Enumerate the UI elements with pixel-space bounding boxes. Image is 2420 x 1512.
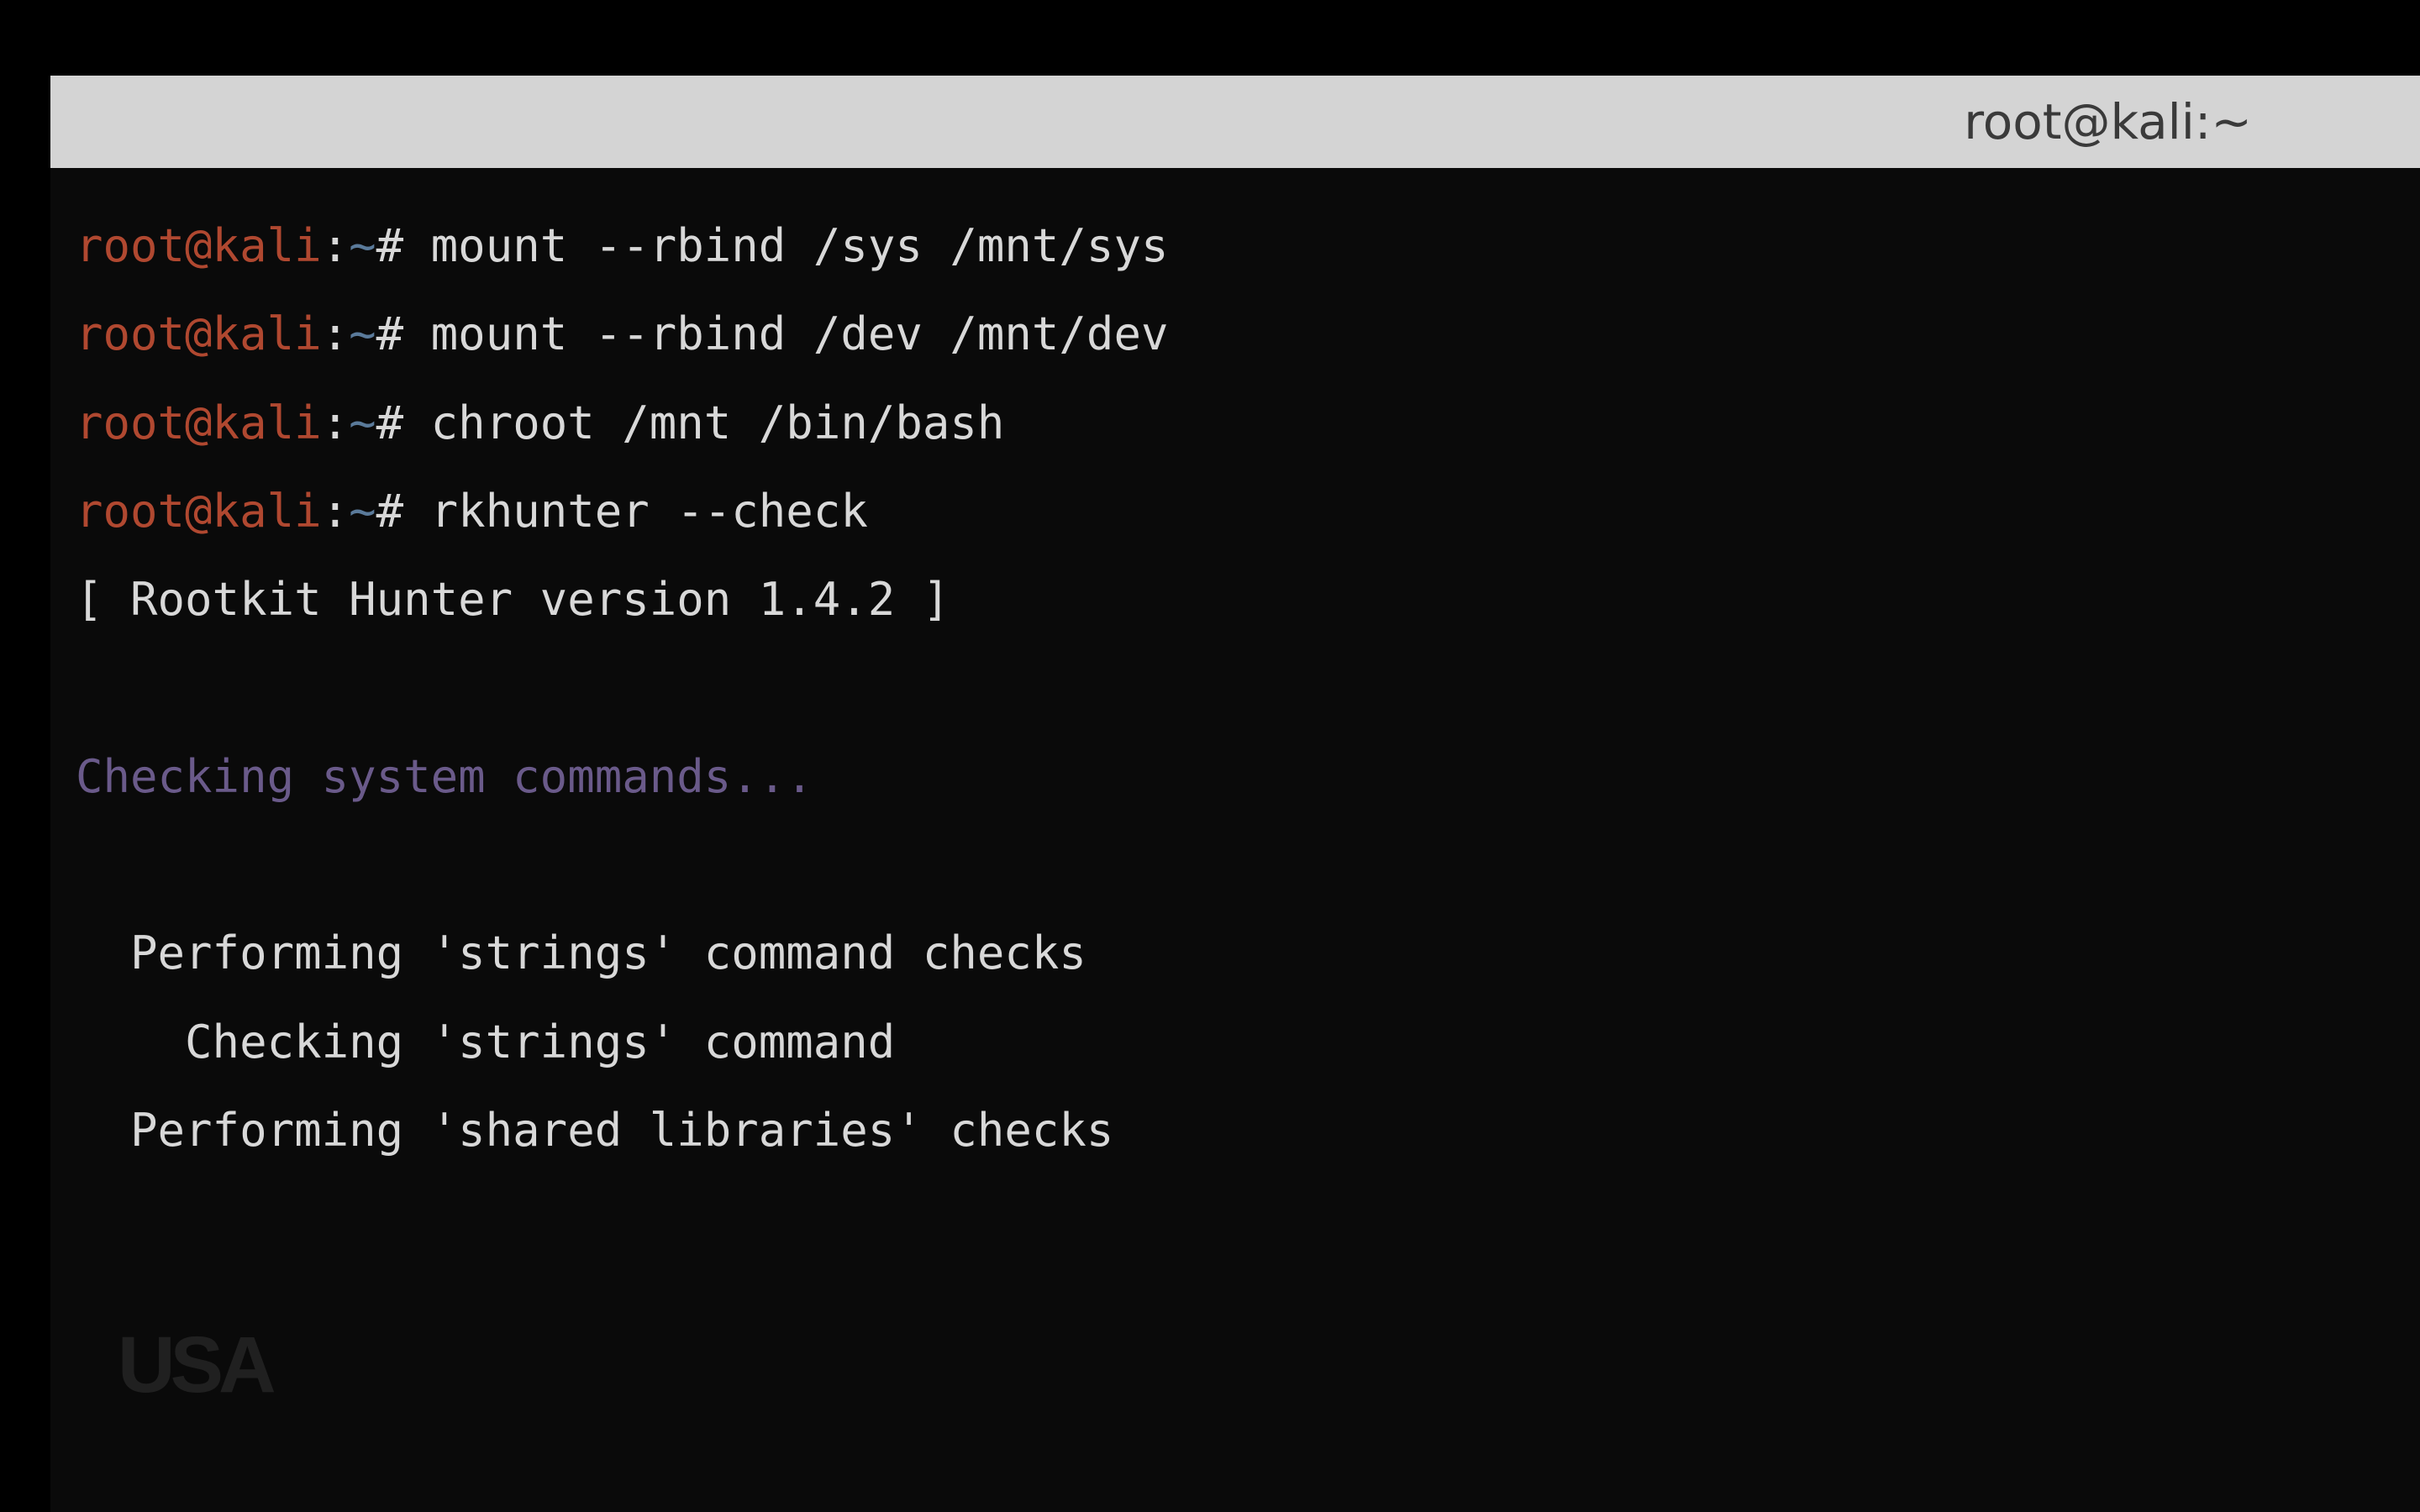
blank-line bbox=[76, 821, 2395, 909]
prompt-user-host: root@kali bbox=[76, 485, 322, 538]
prompt-colon: : bbox=[322, 307, 350, 360]
output-version: [ Rootkit Hunter version 1.4.2 ] bbox=[76, 555, 2395, 643]
prompt-path: ~ bbox=[349, 396, 376, 449]
window-title-bar[interactable]: root@kali:~ bbox=[50, 76, 2420, 168]
output-check-line-2: Checking 'strings' command bbox=[76, 998, 2395, 1086]
command-text bbox=[403, 307, 431, 360]
command-line-3: root@kali:~# chroot /mnt /bin/bash bbox=[76, 379, 2395, 467]
prompt-colon: : bbox=[322, 396, 350, 449]
command-text bbox=[403, 485, 431, 538]
command-text bbox=[403, 396, 431, 449]
network-watermark: USA bbox=[118, 1320, 271, 1411]
command-text bbox=[403, 219, 431, 272]
command-line-2: root@kali:~# mount --rbind /dev /mnt/dev bbox=[76, 290, 2395, 378]
prompt-symbol: # bbox=[376, 396, 404, 449]
prompt-symbol: # bbox=[376, 485, 404, 538]
prompt-user-host: root@kali bbox=[76, 396, 322, 449]
prompt-path: ~ bbox=[349, 219, 376, 272]
window-title: root@kali:~ bbox=[1964, 93, 2252, 150]
terminal-body[interactable]: root@kali:~# mount --rbind /sys /mnt/sys… bbox=[50, 168, 2420, 1208]
command-2: mount --rbind /dev /mnt/dev bbox=[431, 307, 1169, 360]
command-line-4: root@kali:~# rkhunter --check bbox=[76, 467, 2395, 555]
prompt-colon: : bbox=[322, 219, 350, 272]
prompt-path: ~ bbox=[349, 307, 376, 360]
command-3: chroot /mnt /bin/bash bbox=[431, 396, 1005, 449]
prompt-symbol: # bbox=[376, 219, 404, 272]
output-check-line-1: Performing 'strings' command checks bbox=[76, 909, 2395, 997]
prompt-path: ~ bbox=[349, 485, 376, 538]
output-check-line-4: Performing 'shared libraries' checks bbox=[76, 1086, 2395, 1174]
prompt-symbol: # bbox=[376, 307, 404, 360]
blank-line bbox=[76, 643, 2395, 732]
terminal-window: root@kali:~ root@kali:~# mount --rbind /… bbox=[50, 76, 2420, 1512]
output-section-header: Checking system commands... bbox=[76, 732, 2395, 821]
prompt-user-host: root@kali bbox=[76, 307, 322, 360]
command-4: rkhunter --check bbox=[431, 485, 868, 538]
prompt-user-host: root@kali bbox=[76, 219, 322, 272]
command-1: mount --rbind /sys /mnt/sys bbox=[431, 219, 1169, 272]
prompt-colon: : bbox=[322, 485, 350, 538]
command-line-1: root@kali:~# mount --rbind /sys /mnt/sys bbox=[76, 202, 2395, 290]
